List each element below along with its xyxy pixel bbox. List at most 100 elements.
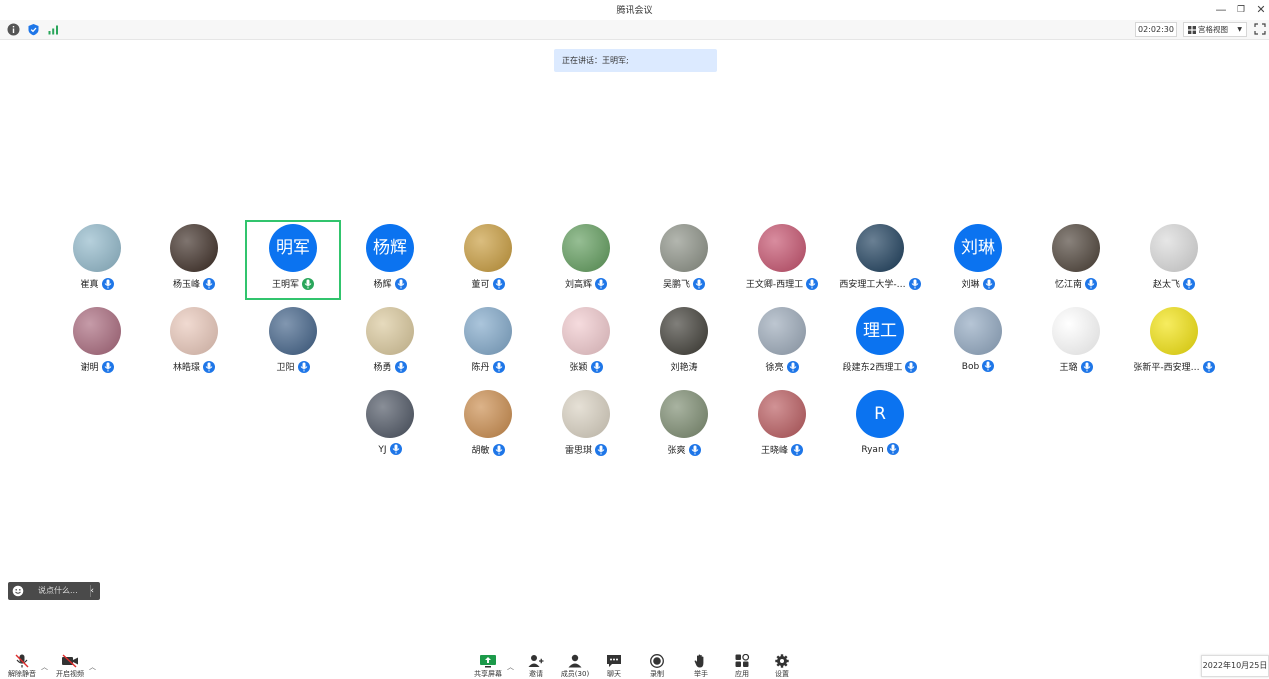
raise-hand-button[interactable]: 举手 bbox=[683, 654, 719, 678]
participant-tile[interactable]: 刘琳 刘琳 bbox=[930, 220, 1026, 300]
video-options-chevron-icon[interactable]: ︿ bbox=[89, 662, 96, 672]
chat-quick-input[interactable]: 说点什么... ‹ bbox=[8, 582, 100, 600]
participant-name: 杨玉峰 bbox=[172, 280, 200, 290]
info-icon[interactable] bbox=[7, 23, 20, 36]
participant-name-line: 张颖 bbox=[538, 360, 634, 373]
avatar bbox=[1150, 224, 1198, 272]
audio-options-chevron-icon[interactable]: ︿ bbox=[41, 662, 48, 672]
raise-hand-icon bbox=[694, 654, 704, 668]
participant-tile[interactable]: 杨辉 杨辉 bbox=[342, 220, 438, 300]
participant-tile[interactable]: YJ bbox=[342, 386, 438, 466]
mic-icon bbox=[806, 278, 819, 290]
gear-icon bbox=[775, 654, 789, 668]
participant-name-line: 杨玉峰 bbox=[146, 277, 242, 290]
taskbar-date: 2022年10月25日 bbox=[1201, 655, 1269, 677]
mic-icon bbox=[297, 361, 310, 373]
chat-icon bbox=[607, 655, 621, 667]
participant-tile[interactable]: 赵太飞 bbox=[1126, 220, 1222, 300]
settings-button[interactable]: 设置 bbox=[764, 654, 800, 678]
participant-tile[interactable]: 谢明 bbox=[49, 303, 145, 383]
participant-tile[interactable]: 刘高辉 bbox=[538, 220, 634, 300]
mic-icon bbox=[908, 278, 921, 290]
participant-name-line: 张新平-西安理… bbox=[1126, 360, 1222, 373]
participant-tile[interactable]: Bob bbox=[930, 303, 1026, 383]
participant-tile[interactable]: 卫阳 bbox=[245, 303, 341, 383]
mic-icon bbox=[595, 444, 607, 456]
participant-name: Bob bbox=[961, 362, 980, 372]
participant-name-line: 西安理工大学-… bbox=[832, 277, 928, 290]
restore-button[interactable]: ❐ bbox=[1230, 1, 1252, 19]
avatar bbox=[758, 390, 806, 438]
participant-tile[interactable]: 杨勇 bbox=[342, 303, 438, 383]
participant-name: 刘高辉 bbox=[564, 280, 592, 290]
participant-tile[interactable]: 张颖 bbox=[538, 303, 634, 383]
participant-tile[interactable]: R Ryan bbox=[832, 386, 928, 466]
participant-name-line: 刘高辉 bbox=[538, 277, 634, 290]
avatar bbox=[856, 224, 904, 272]
participant-name-line: YJ bbox=[342, 443, 438, 455]
invite-button[interactable]: 邀请 bbox=[518, 654, 554, 678]
security-shield-icon[interactable] bbox=[27, 23, 40, 36]
participant-name: 王明军 bbox=[271, 280, 299, 290]
participant-name-line: 刘琳 bbox=[930, 277, 1026, 290]
participant-tile[interactable]: 明军 王明军 bbox=[245, 220, 341, 300]
close-button[interactable]: ✕ bbox=[1250, 1, 1269, 19]
participant-tile[interactable]: 王文卿-西理工 bbox=[734, 220, 830, 300]
share-options-chevron-icon[interactable]: ︿ bbox=[507, 662, 514, 672]
participant-tile[interactable]: 王璐 bbox=[1028, 303, 1124, 383]
participant-tile[interactable]: 张新平-西安理… bbox=[1126, 303, 1222, 383]
participant-tile[interactable]: 理工 段建东2西理工 bbox=[832, 303, 928, 383]
participant-tile[interactable]: 胡敏 bbox=[440, 386, 536, 466]
apps-icon bbox=[735, 654, 750, 667]
share-screen-icon bbox=[480, 655, 496, 668]
speaking-text: 正在讲话：王明军; bbox=[562, 56, 629, 65]
avatar bbox=[1052, 224, 1100, 272]
participant-name: 赵太飞 bbox=[1152, 280, 1180, 290]
participant-tile[interactable]: 徐亮 bbox=[734, 303, 830, 383]
collapse-chevron-icon[interactable]: ‹ bbox=[90, 582, 94, 600]
mute-button[interactable]: 解除静音 bbox=[4, 654, 40, 678]
mic-icon bbox=[203, 278, 215, 290]
participant-tile[interactable]: 王晓峰 bbox=[734, 386, 830, 466]
mic-icon bbox=[595, 278, 607, 290]
mic-icon bbox=[394, 361, 407, 373]
participant-tile[interactable]: 杨玉峰 bbox=[146, 220, 242, 300]
mic-icon bbox=[1202, 361, 1215, 373]
chat-button[interactable]: 聊天 bbox=[596, 654, 632, 678]
mic-icon bbox=[203, 361, 215, 373]
mic-icon bbox=[1080, 361, 1093, 373]
signal-icon[interactable] bbox=[47, 23, 60, 36]
participant-tile[interactable]: 忆江南 bbox=[1028, 220, 1124, 300]
participant-tile[interactable]: 崔真 bbox=[49, 220, 145, 300]
mic-icon bbox=[389, 443, 402, 455]
record-icon bbox=[650, 654, 664, 668]
share-screen-button[interactable]: 共享屏幕 bbox=[470, 654, 506, 678]
participant-name: 张颖 bbox=[569, 363, 588, 373]
emoji-icon[interactable] bbox=[12, 585, 24, 597]
mic-icon bbox=[101, 278, 114, 290]
video-button[interactable]: 开启视频 bbox=[52, 654, 88, 678]
participant-tile[interactable]: 刘艳涛 bbox=[636, 303, 732, 383]
participant-name: 林皓璟 bbox=[172, 363, 200, 373]
participant-tile[interactable]: 林皓璟 bbox=[146, 303, 242, 383]
participant-name: 谢明 bbox=[80, 363, 99, 373]
participant-name: 忆江南 bbox=[1054, 280, 1082, 290]
participant-tile[interactable]: 西安理工大学-… bbox=[832, 220, 928, 300]
participant-name: 王文卿-西理工 bbox=[745, 280, 804, 290]
fullscreen-icon[interactable] bbox=[1254, 23, 1266, 35]
view-switch-button[interactable]: 宫格视图 ▼ bbox=[1183, 22, 1247, 37]
participant-name: 刘艳涛 bbox=[670, 363, 698, 373]
record-button[interactable]: 录制 bbox=[639, 654, 675, 678]
muted-mic-icon bbox=[15, 654, 29, 668]
avatar: 理工 bbox=[856, 307, 904, 355]
participant-tile[interactable]: 陈丹 bbox=[440, 303, 536, 383]
participant-tile[interactable]: 董可 bbox=[440, 220, 536, 300]
minimize-button[interactable]: — bbox=[1210, 1, 1232, 19]
participant-tile[interactable]: 雷思琪 bbox=[538, 386, 634, 466]
participant-tile[interactable]: 张爽 bbox=[636, 386, 732, 466]
participant-tile[interactable]: 吴鹏飞 bbox=[636, 220, 732, 300]
apps-button[interactable]: 应用 bbox=[724, 654, 760, 678]
members-button[interactable]: 成员(30) bbox=[557, 654, 593, 678]
participant-name: 徐亮 bbox=[765, 363, 784, 373]
avatar: 明军 bbox=[269, 224, 317, 272]
